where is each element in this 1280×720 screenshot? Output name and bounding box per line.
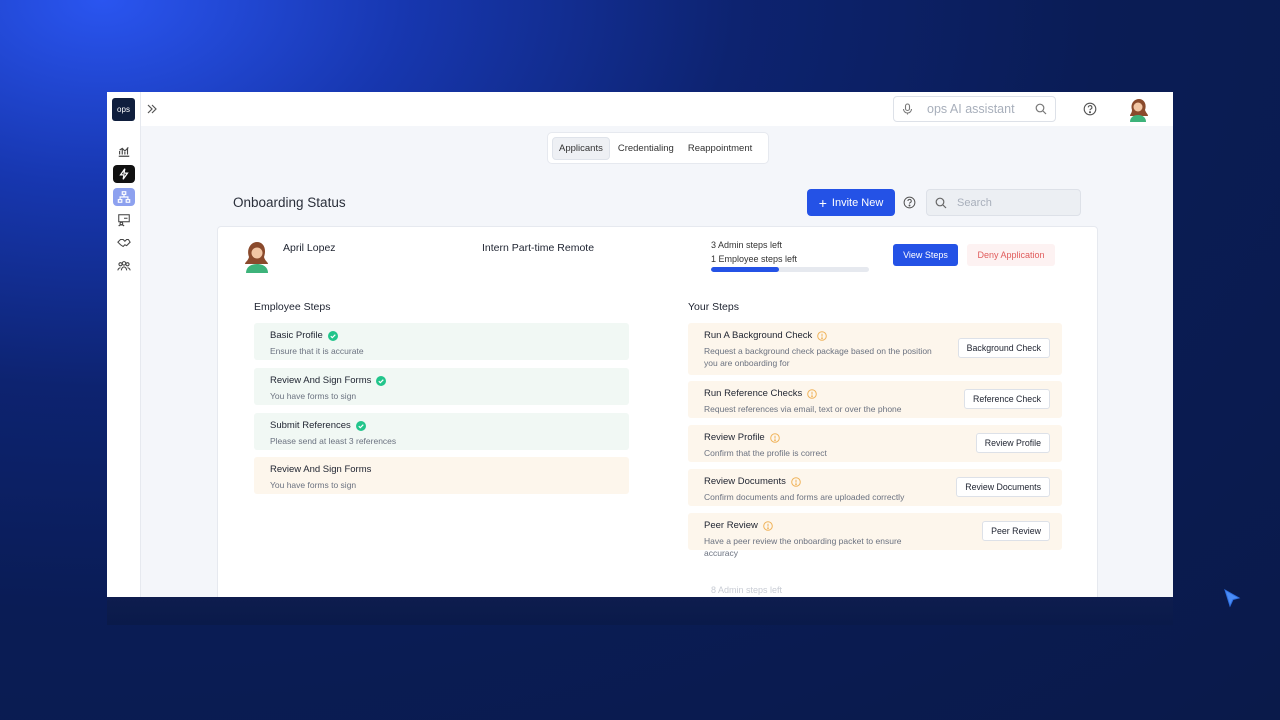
your-step-review-profile: Review Profile Confirm that the profile … <box>688 425 1062 462</box>
info-warning-icon <box>769 432 780 443</box>
review-profile-button[interactable]: Review Profile <box>975 433 1050 453</box>
view-steps-button[interactable]: View Steps <box>893 244 958 266</box>
app-window: ops ops AI assistant Applicants Credenti… <box>107 92 1173 597</box>
your-step-peer-review: Peer Review Have a peer review the onboa… <box>688 513 1062 558</box>
employee-steps-title: Employee Steps <box>254 301 331 313</box>
step-description: Confirm documents and forms are uploaded… <box>704 492 905 502</box>
step-title: Run A Background Check <box>704 330 813 341</box>
org-chart-icon[interactable] <box>113 188 135 206</box>
tab-credentialing[interactable]: Credentialing <box>612 138 680 159</box>
step-description: Request references via email, text or ov… <box>704 404 902 414</box>
your-step-reference-checks: Run Reference Checks Request references … <box>688 381 1062 418</box>
plus-icon: + <box>818 194 827 211</box>
microphone-icon[interactable] <box>902 103 913 115</box>
help-icon[interactable] <box>903 196 916 209</box>
onboarding-progress-bar <box>711 267 869 272</box>
onboarding-progress-fill <box>711 267 779 272</box>
search-icon[interactable] <box>1035 103 1047 115</box>
applicant-role: Intern Part-time Remote <box>482 242 595 254</box>
check-circle-icon <box>355 420 366 431</box>
ai-assistant-placeholder: ops AI assistant <box>927 102 1015 116</box>
admin-steps-left: 3 Admin steps left <box>711 240 783 250</box>
step-title: Peer Review <box>704 520 758 531</box>
your-step-review-documents: Review Documents Confirm documents and f… <box>688 469 1062 506</box>
help-icon[interactable] <box>1083 102 1097 116</box>
step-title: Basic Profile <box>270 330 323 341</box>
window-bottom-strip <box>107 597 1173 625</box>
info-warning-icon <box>817 330 828 341</box>
employee-step-review-sign-forms[interactable]: Review And Sign Forms You have forms to … <box>254 368 629 405</box>
search-input[interactable]: Search <box>926 189 1081 216</box>
info-warning-icon <box>807 388 818 399</box>
info-warning-icon <box>791 476 801 487</box>
employee-step-submit-references[interactable]: Submit References Please send at least 3… <box>254 413 629 450</box>
mouse-cursor-icon <box>1223 588 1243 610</box>
expand-sidebar-icon[interactable] <box>145 102 159 116</box>
top-bar: ops AI assistant <box>141 92 1173 126</box>
your-step-background-check: Run A Background Check Request a backgro… <box>688 323 1062 375</box>
step-description: You have forms to sign <box>270 480 357 490</box>
review-documents-button[interactable]: Review Documents <box>956 477 1050 497</box>
step-description: Ensure that it is accurate <box>270 346 364 356</box>
reference-check-button[interactable]: Reference Check <box>964 389 1050 409</box>
presentation-icon[interactable] <box>113 211 135 229</box>
tab-bar: Applicants Credentialing Reappointment <box>547 132 769 164</box>
step-title: Review And Sign Forms <box>270 464 372 475</box>
step-title: Review Documents <box>704 476 786 487</box>
sidebar: ops <box>107 92 141 597</box>
check-circle-icon <box>327 330 338 341</box>
peer-review-button[interactable]: Peer Review <box>982 521 1050 541</box>
search-placeholder: Search <box>957 196 992 209</box>
step-description: Have a peer review the onboarding packet… <box>704 536 902 558</box>
tab-reappointment[interactable]: Reappointment <box>682 138 758 159</box>
info-warning-icon <box>763 520 773 531</box>
step-description: You have forms to sign <box>270 391 357 401</box>
handshake-icon[interactable] <box>113 234 135 252</box>
invite-new-button[interactable]: + Invite New <box>807 189 895 216</box>
search-icon <box>935 197 947 208</box>
check-circle-icon <box>376 375 387 386</box>
employee-step-review-sign-forms-pending[interactable]: Review And Sign Forms You have forms to … <box>254 457 629 494</box>
step-description: Confirm that the profile is correct <box>704 448 827 458</box>
bolt-icon[interactable] <box>113 165 135 183</box>
step-title: Review And Sign Forms <box>270 375 372 386</box>
step-description: Request a background check package based… <box>704 346 932 368</box>
step-description: Please send at least 3 references <box>270 436 397 446</box>
invite-new-label: Invite New <box>831 196 884 209</box>
tab-applicants[interactable]: Applicants <box>552 136 610 160</box>
deny-application-button[interactable]: Deny Application <box>967 244 1055 266</box>
employee-step-basic-profile[interactable]: Basic Profile Ensure that it is accurate <box>254 323 629 360</box>
user-avatar[interactable] <box>1125 96 1151 122</box>
step-title: Submit References <box>270 420 351 431</box>
ai-assistant-input[interactable]: ops AI assistant <box>893 96 1056 122</box>
team-icon[interactable] <box>113 257 135 275</box>
background-check-button[interactable]: Background Check <box>957 338 1050 358</box>
next-applicant-admin-steps: 8 Admin steps left <box>711 585 783 595</box>
step-title: Run Reference Checks <box>704 388 803 399</box>
applicant-name: April Lopez <box>283 242 336 254</box>
step-title: Review Profile <box>704 432 765 443</box>
ops-logo[interactable]: ops <box>112 98 135 121</box>
employee-steps-left: 1 Employee steps left <box>711 254 798 264</box>
your-steps-title: Your Steps <box>688 301 739 313</box>
applicant-avatar <box>242 239 272 273</box>
applicant-card: April Lopez Intern Part-time Remote 3 Ad… <box>217 226 1098 597</box>
page-title: Onboarding Status <box>233 195 346 210</box>
analytics-icon[interactable] <box>113 142 135 160</box>
